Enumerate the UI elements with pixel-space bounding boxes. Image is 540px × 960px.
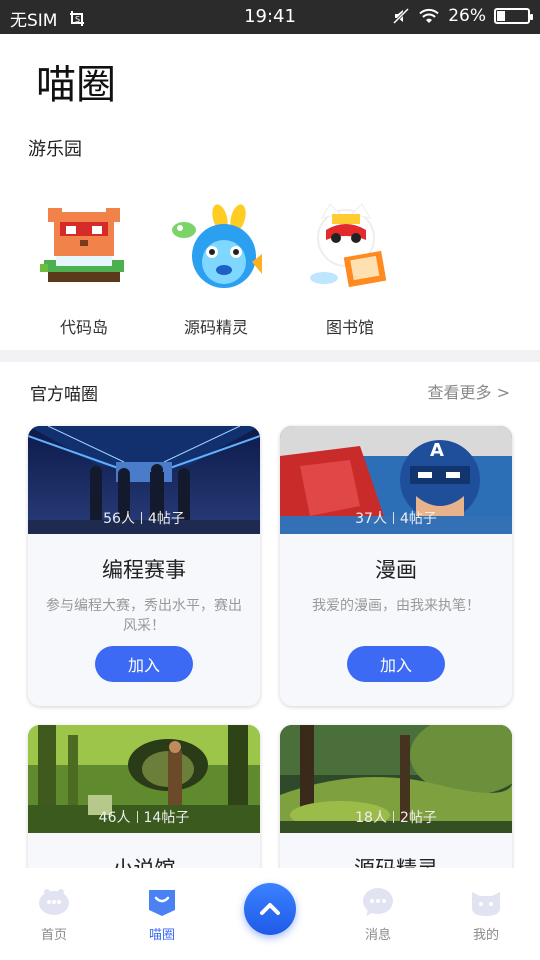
message-icon [363,888,393,916]
nav-label: 喵圈 [148,928,175,943]
library-icon [310,203,387,288]
app-label: 图书馆 [325,318,374,337]
nav-profile[interactable]: 我的 [446,886,526,943]
post-count: 14帖子 [143,810,190,826]
circle-card-comics[interactable]: A 37人 4帖子 漫画 我爱的漫画，由我来执笔！ 加入 [280,426,512,706]
card-stats: 46人 14帖子 [28,807,260,827]
code-island-icon [40,208,124,282]
circle-card-programming[interactable]: 56人 4帖子 编程赛事 参与编程大赛，秀出水平，赛出风采！ 加入 [28,426,260,706]
member-count: 18人 [355,810,387,826]
playground-title: 游乐园 [28,139,82,160]
card-banner: 56人 4帖子 [28,426,260,534]
card-title: 编程赛事 [102,558,186,582]
app-source-sprite[interactable]: 源码精灵 [156,200,276,338]
chevron-up-icon [260,903,280,915]
app-label: 代码岛 [59,318,108,337]
member-count: 46人 [98,810,131,826]
post-count: 4帖子 [147,511,185,527]
card-title: 漫画 [375,558,417,582]
app-library[interactable]: 图书馆 [290,200,410,338]
card-banner: A 37人 4帖子 [280,426,512,534]
section-divider [0,350,540,362]
nav-messages[interactable]: 消息 [338,886,418,943]
nav-home[interactable]: 首页 [14,886,94,943]
profile-icon [472,892,500,916]
section-title: 官方喵圈 [30,385,98,405]
playground-list: 代码岛 源码精灵 图书馆 [0,200,540,340]
nav-label: 我的 [472,928,499,943]
card-description: 参与编程大赛，秀出水平，赛出风采！ [46,598,242,634]
source-sprite-icon [172,204,262,288]
battery-percent: 26% [448,6,486,26]
join-button[interactable]: 加入 [347,646,445,682]
app-label: 源码精灵 [183,318,248,337]
battery-icon [494,8,533,24]
card-stats: 18人 2帖子 [280,807,512,827]
home-icon [39,889,69,915]
member-count: 56人 [103,511,135,527]
member-count: 37人 [355,511,387,527]
status-bar: 无SIM S 19:41 26% [0,0,540,34]
center-action-button[interactable] [244,883,296,935]
post-count: 2帖子 [399,810,437,826]
wifi-icon [419,8,439,23]
nav-label: 首页 [40,928,67,943]
app-code-island[interactable]: 代码岛 [24,200,144,338]
circle-icon [149,890,175,916]
nav-circle[interactable]: 喵圈 [122,886,202,943]
page-title: 喵圈 [36,62,116,108]
post-count: 4帖子 [399,511,437,527]
card-stats: 56人 4帖子 [28,508,260,528]
card-description: 我爱的漫画，由我来执笔！ [312,598,480,614]
bottom-nav: 首页 喵圈 消息 我的 [0,868,540,960]
card-banner: 18人 2帖子 [280,725,512,833]
join-button[interactable]: 加入 [95,646,193,682]
svg-text:A: A [430,440,444,461]
nav-label: 消息 [364,928,391,943]
card-stats: 37人 4帖子 [280,508,512,528]
mute-icon [393,7,410,25]
see-more-link[interactable]: 查看更多 > [428,379,511,403]
card-banner: 46人 14帖子 [28,725,260,833]
